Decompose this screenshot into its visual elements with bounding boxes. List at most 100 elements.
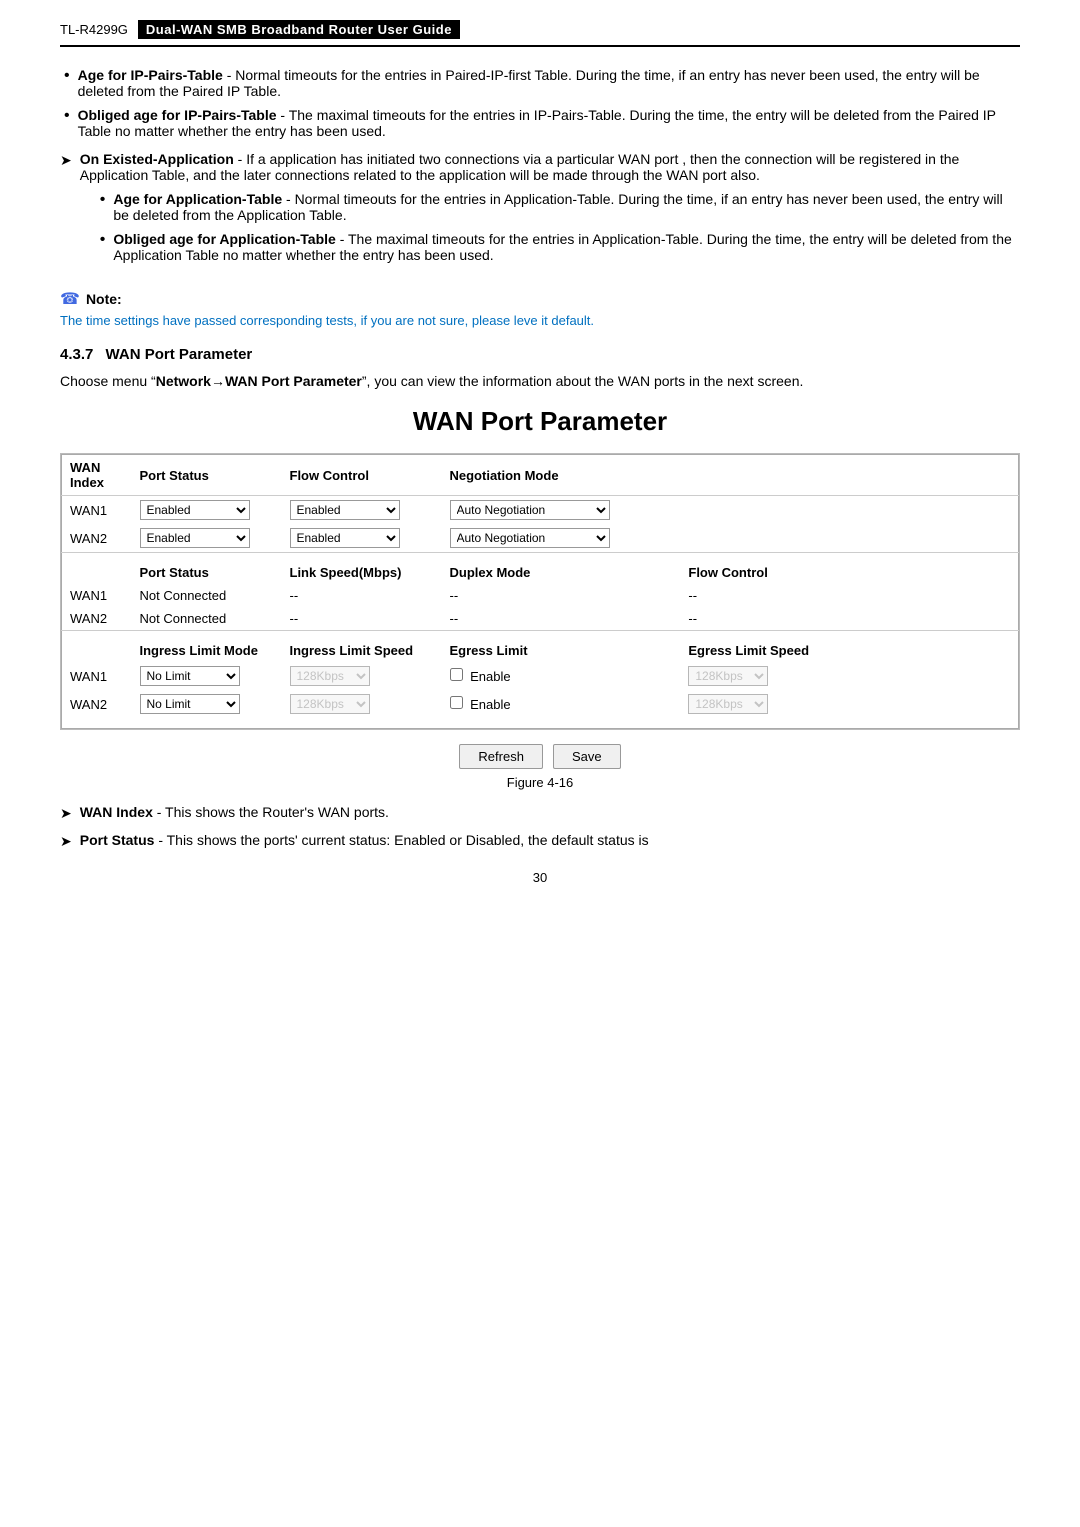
egress-enable-cell: Enable [442, 690, 681, 718]
table-row: WAN2 EnabledDisabled EnabledDisabled Aut… [62, 524, 1019, 553]
port-status-info: Not Connected [132, 607, 282, 631]
arrow-icon: ➤ [60, 833, 72, 850]
page-header: TL-R4299G Dual-WAN SMB Broadband Router … [60, 20, 1020, 47]
egress-speed-cell: 128Kbps [680, 690, 1018, 718]
table-header-row: WAN Index Port Status Flow Control Negot… [62, 455, 1019, 496]
note-header: ☎ Note: [60, 289, 1020, 309]
col-port-status-hdr: Port Status [132, 455, 282, 496]
port-status-info: Not Connected [132, 584, 282, 607]
link-speed-info: -- [282, 584, 442, 607]
egress-enable-cell: Enable [442, 662, 681, 690]
wan-index: WAN2 [62, 690, 132, 718]
link-speed-info: -- [282, 607, 442, 631]
bottom-bullet-label: Port Status [80, 832, 155, 848]
arrow-item: ➤ Port Status - This shows the ports' cu… [60, 832, 1020, 850]
arrow-list: ➤ On Existed-Application - If a applicat… [60, 151, 1020, 271]
ingress-speed-cell: 128Kbps [282, 690, 442, 718]
negotiation-wan1-select[interactable]: Auto Negotiation [450, 500, 610, 520]
negotiation-wan2-select[interactable]: Auto Negotiation [450, 528, 610, 548]
ingress-mode-col-hdr: Ingress Limit Mode [132, 631, 282, 663]
wan-port-parameter-title: WAN Port Parameter [60, 406, 1020, 437]
port-status-col-hdr: Port Status [132, 553, 282, 585]
flow-control-select-cell: EnabledDisabled [282, 524, 442, 553]
egress-speed-wan2[interactable]: 128Kbps [688, 694, 768, 714]
wan-index: WAN1 [62, 662, 132, 690]
sub-list-item: Age for Application-Table - Normal timeo… [100, 191, 1020, 223]
section-heading: 4.3.7 WAN Port Parameter [60, 346, 1020, 363]
section-title: WAN Port Parameter [106, 346, 253, 363]
port-status-wan2-select[interactable]: EnabledDisabled [140, 528, 250, 548]
refresh-button[interactable]: Refresh [459, 744, 543, 769]
document-title: Dual-WAN SMB Broadband Router User Guide [138, 20, 460, 39]
note-section: ☎ Note: The time settings have passed co… [60, 289, 1020, 328]
egress-enable-wan2-label: Enable [450, 697, 511, 712]
egress-limit-col-hdr: Egress Limit [442, 631, 681, 663]
egress-enable-wan2-checkbox[interactable] [450, 696, 463, 709]
flow-control-info: -- [680, 584, 1018, 607]
ingress-speed-cell: 128Kbps [282, 662, 442, 690]
empty-cell [62, 631, 132, 663]
negotiation-select-cell: Auto Negotiation [442, 524, 1019, 553]
egress-speed-col-hdr: Egress Limit Speed [680, 631, 1018, 663]
top-bullet-list: Age for IP-Pairs-Table - Normal timeouts… [60, 67, 1020, 139]
wan-index: WAN1 [62, 496, 132, 525]
bullet-content: Age for IP-Pairs-Table - Normal timeouts… [78, 67, 1020, 99]
sub-bullet-content: Obliged age for Application-Table - The … [113, 231, 1020, 263]
bottom-bullet-list: ➤ WAN Index - This shows the Router's WA… [60, 804, 1020, 850]
link-speed-col-hdr: Link Speed(Mbps) [282, 553, 442, 585]
ingress-mode-cell: No LimitLimit [132, 662, 282, 690]
sub-bullet-label: Age for Application-Table [113, 191, 282, 207]
figure-caption: Figure 4-16 [60, 775, 1020, 790]
flow-control-wan1-select[interactable]: EnabledDisabled [290, 500, 400, 520]
enable-text: Enable [470, 669, 510, 684]
save-button[interactable]: Save [553, 744, 621, 769]
ingress-speed-wan1[interactable]: 128Kbps [290, 666, 370, 686]
intro-part1: Choose menu “ [60, 373, 156, 389]
wan-index: WAN2 [62, 607, 132, 631]
bullet-content: Obliged age for IP-Pairs-Table - The max… [78, 107, 1020, 139]
flow-control-select-cell: EnabledDisabled [282, 496, 442, 525]
status-header-row: Port Status Link Speed(Mbps) Duplex Mode… [62, 553, 1019, 585]
egress-speed-wan1[interactable]: 128Kbps [688, 666, 768, 686]
arrow-item: ➤ On Existed-Application - If a applicat… [60, 151, 1020, 271]
note-label: Note: [86, 291, 122, 307]
table-row: WAN2 Not Connected -- -- -- [62, 607, 1019, 631]
section-number: 4.3.7 [60, 346, 93, 363]
table-row: WAN1 EnabledDisabled EnabledDisabled Aut… [62, 496, 1019, 525]
list-item: Age for IP-Pairs-Table - Normal timeouts… [60, 67, 1020, 99]
egress-speed-cell: 128Kbps [680, 662, 1018, 690]
wan-port-real-table: WAN Index Port Status Flow Control Negot… [60, 453, 1020, 730]
bullet-label: Obliged age for IP-Pairs-Table [78, 107, 277, 123]
bottom-bullet-text: - This shows the Router's WAN ports. [157, 804, 389, 820]
table-row: WAN1 No LimitLimit 128Kbps Enable [62, 662, 1019, 690]
ingress-mode-cell: No LimitLimit [132, 690, 282, 718]
ingress-speed-wan2[interactable]: 128Kbps [290, 694, 370, 714]
col-wan-index: WAN Index [62, 455, 132, 496]
sub-list-item: Obliged age for Application-Table - The … [100, 231, 1020, 263]
empty-cell [62, 553, 132, 585]
egress-enable-wan1-label: Enable [450, 669, 511, 684]
ingress-mode-wan2[interactable]: No LimitLimit [140, 694, 240, 714]
negotiation-select-cell: Auto Negotiation [442, 496, 1019, 525]
action-buttons: Refresh Save [60, 744, 1020, 769]
arrow-icon: ➤ [60, 152, 72, 169]
limit-header-row: Ingress Limit Mode Ingress Limit Speed E… [62, 631, 1019, 663]
sub-bullet-label: Obliged age for Application-Table [113, 231, 335, 247]
note-text: The time settings have passed correspond… [60, 313, 1020, 328]
table-row: WAN2 No LimitLimit 128Kbps Enable [62, 690, 1019, 718]
port-status-wan1-select[interactable]: EnabledDisabled [140, 500, 250, 520]
table-row: WAN1 Not Connected -- -- -- [62, 584, 1019, 607]
ingress-speed-col-hdr: Ingress Limit Speed [282, 631, 442, 663]
flow-control-wan2-select[interactable]: EnabledDisabled [290, 528, 400, 548]
wan-index: WAN1 [62, 584, 132, 607]
intro-part2: ”, you can view the information about th… [362, 373, 803, 389]
port-status-select-cell: EnabledDisabled [132, 524, 282, 553]
model-number: TL-R4299G [60, 22, 128, 37]
arrow-item: ➤ WAN Index - This shows the Router's WA… [60, 804, 1020, 822]
list-item: Obliged age for IP-Pairs-Table - The max… [60, 107, 1020, 139]
ingress-mode-wan1[interactable]: No LimitLimit [140, 666, 240, 686]
page-number: 30 [60, 870, 1020, 885]
egress-enable-wan1-checkbox[interactable] [450, 668, 463, 681]
enable-text: Enable [470, 697, 510, 712]
section-intro: Choose menu “Network→WAN Port Parameter”… [60, 371, 1020, 392]
